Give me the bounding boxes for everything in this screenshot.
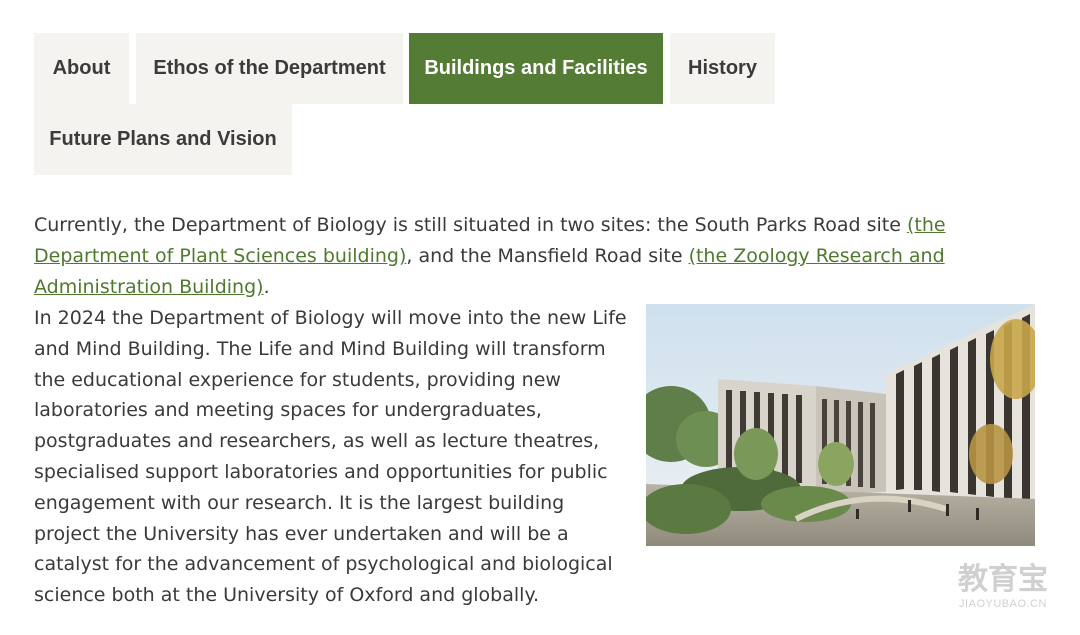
page: About Ethos of the Department Buildings … xyxy=(0,0,1080,635)
tab-about[interactable]: About xyxy=(34,33,129,104)
tab-future-plans-and-vision[interactable]: Future Plans and Vision xyxy=(34,104,292,175)
section-tabs: About Ethos of the Department Buildings … xyxy=(34,33,794,176)
watermark-logo-text: 教育宝 xyxy=(958,562,1048,597)
tab-buildings-and-facilities[interactable]: Buildings and Facilities xyxy=(409,33,663,104)
intro-text: , and the Mansfield Road site xyxy=(406,245,689,267)
site-watermark: 教育宝 JIAOYUBAO.CN xyxy=(943,563,1063,613)
intro-text: Currently, the Department of Biology is … xyxy=(34,214,907,236)
life-and-mind-building-image xyxy=(646,304,1035,546)
tab-history[interactable]: History xyxy=(670,33,775,104)
intro-text: . xyxy=(263,276,270,298)
life-and-mind-paragraph: In 2024 the Department of Biology will m… xyxy=(34,307,627,607)
tab-ethos-of-the-department[interactable]: Ethos of the Department xyxy=(136,33,403,104)
watermark-domain: JIAOYUBAO.CN xyxy=(959,598,1047,610)
intro-paragraph: Currently, the Department of Biology is … xyxy=(34,210,1034,303)
